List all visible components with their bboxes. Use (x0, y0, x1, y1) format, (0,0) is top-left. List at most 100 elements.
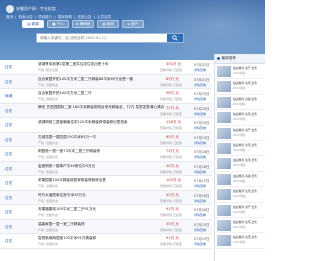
view-link[interactable]: 详情查看 (194, 242, 206, 246)
search-input[interactable] (37, 34, 167, 42)
list-item[interactable]: 住宅 金座明苑一楼单户平40房位中9万元 产权: 出租状态 40万 元 查看详情… (0, 161, 212, 176)
listing-price: 73万 元 (166, 149, 179, 153)
thumbnail-image[interactable] (217, 204, 231, 216)
listing-title[interactable]: 古城花园一楼四居150平米65万一平 (38, 135, 96, 140)
view-link[interactable]: 详情查看 (194, 155, 206, 159)
sidebar-item[interactable]: 拍卖推荐 住宅 出售 2020 精装 (215, 218, 265, 234)
category-tag[interactable]: 住宅 (5, 167, 12, 172)
listing-title[interactable]: 百合家园开拓100平方米二居二厅精装88平米89万出售一套 (38, 77, 133, 82)
list-item[interactable]: 商铺 百合家园开拓100平方米二居二厅 产权: 出租状态 98万 元 查看详情 … (0, 89, 212, 104)
list-item[interactable]: 住宅 明昌苑一居一室73平米二居三厅精装修 产权: 出租状态 73万 元 查看详… (0, 147, 212, 162)
listing-date: 07月19日 (194, 121, 210, 125)
category-tag[interactable]: 商铺 (5, 94, 12, 99)
listing-title[interactable]: 安康福康苑105平米二居二厅91万元 (38, 207, 96, 212)
listing-title[interactable]: 静安 艺宏园国际二室 160平米精装带阳台采光精装全，72万 急售急售清心清月 (38, 105, 166, 109)
list-item[interactable]: 住宅 古城花园一楼四居150平米65万一平 产权: 出租状态 65万 元 查看详… (0, 132, 212, 147)
sidebar-item[interactable]: 拍卖推荐 商铺 出售 2020 精装 (215, 95, 265, 111)
sidebar-item[interactable]: 拍卖推荐 住宅 出售 2020 精装 (215, 141, 265, 157)
view-link[interactable]: 详情查看 (194, 97, 206, 101)
sidebar-item[interactable]: 拍卖推荐 住宅 出售 2020 精装 (215, 79, 265, 95)
thumbnail-image[interactable] (217, 96, 231, 108)
list-item[interactable]: 住宅 苹果园楼100平精装修居家带装修新房出售 产权: 出租状态 100万 元 … (0, 176, 212, 191)
list-item[interactable]: 住宅 时代大道居家住房平米45万元 产权: 出租状态 45万 元 查看详情 已结… (0, 190, 212, 205)
sidebar-item-title[interactable]: 拍卖推荐 住宅 出售 (233, 81, 264, 85)
sidebar-item[interactable]: 拍卖推荐 住宅 出售 2020 精装 (215, 156, 265, 172)
view-link[interactable]: 详情查看 (194, 83, 206, 87)
list-item[interactable]: 住宅 百合家园开拓100平方米二居二厅精装88平米89万出售一套 产权: 出租状… (0, 74, 212, 89)
list-item[interactable]: 住宅 滨湖青凤苑第1层第二室共住宅住宅出售十年 产权: 租赁出租 450万 元 … (0, 60, 212, 75)
sidebar-item[interactable]: 拍卖推荐 商铺 出售 2020 精装 (215, 172, 265, 188)
listing-title[interactable]: 明昌苑一居一室73平米二居三厅精装修 (38, 149, 100, 154)
thumbnail-image[interactable] (217, 142, 231, 154)
thumbnail-image[interactable] (217, 173, 231, 185)
tab-assets[interactable]: ⌂ 资产 (122, 20, 144, 28)
sidebar-item-title[interactable]: 拍卖推荐 资产 出售 (233, 66, 264, 70)
sidebar-item[interactable]: 拍卖推荐 住宅 出售 2020 精装 (215, 233, 265, 249)
tab-lawyer[interactable]: ⚖ 律师投 (72, 20, 94, 28)
sidebar-item[interactable]: 拍卖推荐 资产 出售 2020 精装 (215, 126, 265, 141)
tab-government[interactable]: ▥ 政府 (97, 20, 119, 28)
category-tag[interactable]: 住宅 (5, 80, 12, 85)
view-link[interactable]: 详情查看 (194, 112, 206, 116)
thumbnail-image[interactable] (217, 219, 231, 231)
listing-title[interactable]: 滨湖青凤苑第1层第二室共住宅住宅出售十年 (38, 62, 109, 67)
view-link[interactable]: 详情查看 (194, 199, 206, 203)
listing-title[interactable]: 时代大道居家住房平米45万元 (38, 193, 86, 198)
list-item[interactable]: 住宅 安康福康苑105平米二居二厅91万元 产权: 出租状态 91万 元 查看详… (0, 205, 212, 220)
view-link[interactable]: 详情查看 (194, 228, 206, 232)
sidebar-item-title[interactable]: 拍卖推荐 商铺 出售 (233, 174, 264, 178)
category-tag[interactable]: 住宅 (5, 138, 12, 143)
listing-title[interactable]: 滨湖明珠三居室朝南住宅120平米精装修带装修出售拍卖 (38, 120, 128, 125)
sidebar-item-title[interactable]: 拍卖推荐 住宅 出售 (233, 220, 264, 224)
view-link[interactable]: 详情查看 (194, 184, 206, 188)
list-item[interactable]: 住宅 智慧新城两居室105平米91万精装修 产权: 出租状态 91万 元 查看详… (0, 234, 212, 249)
list-item[interactable]: 住宅 温馨家园一居一室二厅精装修 产权: 出租状态 55万 元 查看详情 已结束… (0, 219, 212, 234)
sidebar-item-title[interactable]: 拍卖推荐 住宅 出售 (233, 143, 264, 147)
thumbnail-image[interactable] (217, 66, 231, 77)
thumbnail-image[interactable] (217, 81, 231, 93)
sidebar-item-title[interactable]: 拍卖推荐 资产 出售 (233, 128, 264, 132)
view-link[interactable]: 详情查看 (194, 213, 206, 217)
listing-title[interactable]: 温馨家园一居一室二厅精装修 (38, 222, 85, 227)
category-tag[interactable]: 住宅 (5, 210, 12, 215)
thumbnail-image[interactable] (217, 235, 231, 247)
search-icon (172, 35, 178, 41)
thumbnail-image[interactable] (217, 158, 231, 170)
thumbnail-image[interactable] (217, 127, 231, 139)
nav-item-home[interactable]: 首页 (6, 15, 13, 20)
sidebar-item[interactable]: 拍卖推荐 资产 出售 2020 精装 (215, 64, 265, 80)
view-link[interactable]: 详情查看 (194, 68, 206, 72)
thumbnail-image[interactable] (217, 112, 231, 124)
sidebar-item-title[interactable]: 拍卖推荐 住宅 出售 (233, 112, 264, 116)
view-link[interactable]: 详情查看 (194, 170, 206, 174)
sidebar-item-title[interactable]: 拍卖推荐 住宅 出售 (233, 158, 264, 162)
tab-personal[interactable]: ● 个人 (47, 20, 69, 28)
category-tag[interactable]: 住宅 (5, 123, 12, 128)
tab-news[interactable]: ▤ 新闻 (22, 20, 44, 28)
sidebar-item[interactable]: 拍卖推荐 资产 出售 2020 精装 (215, 203, 265, 218)
list-item[interactable]: 住宅 滨湖明珠三居室朝南住宅120平米精装修带装修出售拍卖 118万 元 查看详… (0, 118, 212, 133)
category-tag[interactable]: 住宅 (5, 65, 12, 70)
sidebar-item-title[interactable]: 拍卖推荐 住宅 出售 (233, 189, 264, 193)
category-tag[interactable]: 住宅 (5, 196, 12, 201)
view-link[interactable]: 详情查看 (194, 141, 206, 145)
thumbnail-image[interactable] (217, 189, 231, 201)
listing-title[interactable]: 苹果园楼100平精装修居家带装修新房出售 (38, 178, 106, 183)
category-tag[interactable]: 住宅 (5, 239, 12, 244)
view-link[interactable]: 详情查看 (194, 126, 206, 130)
list-item[interactable]: 住宅 静安 艺宏园国际二室 160平米精装带阳台采光精装全，72万 急售急售清心… (0, 103, 212, 118)
sidebar-item-title[interactable]: 拍卖推荐 资产 出售 (233, 205, 264, 209)
listing-title[interactable]: 百合家园开拓100平方米二居二厅 (38, 91, 92, 96)
sidebar-item-title[interactable]: 拍卖推荐 住宅 出售 (233, 235, 264, 239)
sidebar-item-title[interactable]: 拍卖推荐 商铺 出售 (233, 97, 264, 101)
listing-title[interactable]: 智慧新城两居室105平米91万精装修 (38, 236, 96, 241)
search-button[interactable] (167, 34, 183, 42)
category-tag[interactable]: 住宅 (5, 225, 12, 230)
category-tag[interactable]: 住宅 (5, 109, 12, 114)
listing-title[interactable]: 金座明苑一楼单户平40房位中9万元 (38, 164, 95, 169)
sidebar-item[interactable]: 拍卖推荐 住宅 出售 2020 精装 (215, 110, 265, 126)
sidebar-item[interactable]: 拍卖推荐 住宅 出售 2020 精装 (215, 187, 265, 203)
category-tag[interactable]: 住宅 (5, 152, 12, 157)
site-logo[interactable]: 安徽资产网 · 专业拍卖 (6, 5, 56, 13)
category-tag[interactable]: 住宅 (5, 181, 12, 186)
